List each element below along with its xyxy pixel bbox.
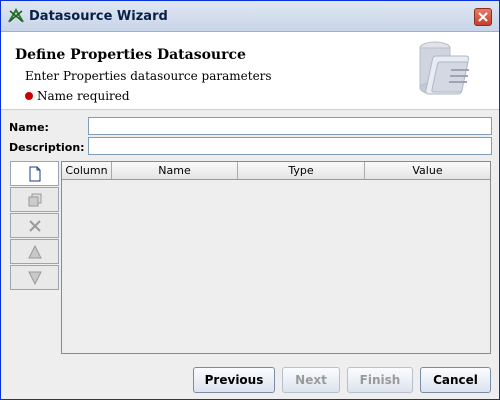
error-dot-icon xyxy=(25,92,33,100)
wizard-header: Define Properties Datasource Enter Prope… xyxy=(1,32,499,110)
column-header-column[interactable]: Column xyxy=(62,162,112,179)
validation-message: Name required xyxy=(25,89,130,103)
title-bar[interactable]: Datasource Wizard xyxy=(1,1,499,32)
close-icon xyxy=(478,12,488,22)
copy-row-icon xyxy=(28,193,42,207)
previous-button[interactable]: Previous xyxy=(193,367,275,393)
datasource-wizard-window: Datasource Wizard Define Properties Data… xyxy=(0,0,500,400)
error-text: Name required xyxy=(37,89,130,103)
window-title: Datasource Wizard xyxy=(29,9,168,24)
properties-table[interactable]: Column Name Type Value xyxy=(61,161,491,354)
move-up-icon xyxy=(28,244,42,259)
move-down-icon xyxy=(28,271,42,286)
description-input[interactable] xyxy=(88,137,492,155)
delete-row-icon xyxy=(29,220,41,232)
page-title: Define Properties Datasource xyxy=(15,47,246,63)
move-down-button[interactable] xyxy=(10,265,59,290)
column-header-value[interactable]: Value xyxy=(365,162,490,179)
table-header: Column Name Type Value xyxy=(62,162,490,180)
cancel-button[interactable]: Cancel xyxy=(420,367,491,393)
delete-row-button[interactable] xyxy=(10,213,59,238)
copy-row-button[interactable] xyxy=(10,187,59,212)
finish-button[interactable]: Finish xyxy=(347,367,413,393)
column-header-type[interactable]: Type xyxy=(238,162,365,179)
name-input[interactable] xyxy=(88,117,492,135)
description-label: Description: xyxy=(9,141,85,154)
name-label: Name: xyxy=(9,121,49,134)
next-button[interactable]: Next xyxy=(282,367,340,393)
datasource-logo-icon xyxy=(411,38,481,105)
wizard-app-icon xyxy=(7,7,25,25)
move-up-button[interactable] xyxy=(10,239,59,264)
close-button[interactable] xyxy=(474,8,492,26)
column-header-name[interactable]: Name xyxy=(112,162,238,179)
page-subtitle: Enter Properties datasource parameters xyxy=(25,69,272,83)
add-row-button[interactable] xyxy=(10,161,59,186)
new-row-icon xyxy=(29,166,41,182)
